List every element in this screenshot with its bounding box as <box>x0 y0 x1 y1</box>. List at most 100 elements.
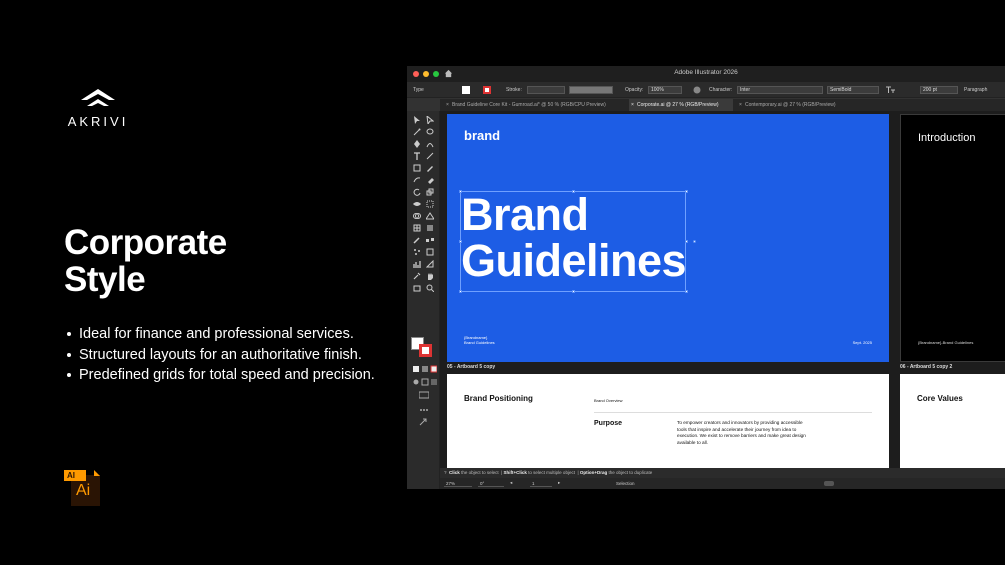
magic-wand-tool-icon[interactable] <box>413 128 421 136</box>
stroke-swatch[interactable] <box>483 86 491 94</box>
mesh-tool-icon[interactable] <box>413 224 421 232</box>
character-label: Character: <box>709 87 733 93</box>
selection-handle[interactable] <box>459 240 462 243</box>
font-size-field[interactable]: 200 pt <box>920 86 958 94</box>
paragraph-button[interactable]: Paragraph <box>964 87 987 93</box>
fill-swatch[interactable] <box>462 86 470 94</box>
type-tool-icon[interactable] <box>413 152 421 160</box>
artboard-label-5[interactable]: 05 - Artboard 5 copy <box>447 364 495 370</box>
shaper-tool-icon[interactable] <box>413 176 421 184</box>
zoom-select[interactable]: 27% <box>444 480 472 487</box>
edit-toolbar-icon[interactable] <box>419 406 429 414</box>
rotation-select[interactable]: 0° <box>478 480 504 487</box>
screen-mode-icon[interactable] <box>419 391 429 399</box>
tab-gumroad[interactable]: × Brand Guideline Core Kit - Gumroad.ai* … <box>444 99 625 111</box>
canvas-area[interactable]: brand Brand Guidelines {Brandname} Brand… <box>440 111 1005 468</box>
illustrator-window: Adobe Illustrator 2026 Type Stroke: Opac… <box>407 66 1005 489</box>
slice-tool-icon[interactable] <box>426 260 434 268</box>
brand-wordmark: brand <box>464 128 501 143</box>
bullet-item: Structured layouts for an authoritative … <box>64 345 394 366</box>
hand-tool-icon[interactable] <box>426 272 434 280</box>
cover-footer-subtitle: Brand Guidelines <box>464 340 495 345</box>
font-family-select[interactable]: Inter <box>737 86 823 94</box>
pen-tool-icon[interactable] <box>413 140 421 148</box>
perspective-grid-tool-icon[interactable] <box>426 212 434 220</box>
close-tab-icon[interactable]: × <box>739 99 742 111</box>
artboard-number-field[interactable]: 1 <box>530 480 552 487</box>
color-mode-icons[interactable] <box>413 365 437 373</box>
overview-label: Brand Overview <box>594 398 623 403</box>
artboard-prev-icon[interactable]: ◂ <box>510 480 512 486</box>
artboard-label-6[interactable]: 06 - Artboard 5 copy 2 <box>900 364 952 370</box>
eyedropper-tool-icon[interactable] <box>413 236 421 244</box>
intro-footer: {Brandname}-Brand Guidelines <box>918 340 974 345</box>
font-style-select[interactable]: SemiBold <box>827 86 879 94</box>
recolor-icon[interactable] <box>693 86 701 94</box>
selection-handle[interactable] <box>572 190 575 193</box>
window-titlebar: Adobe Illustrator 2026 <box>407 66 1005 82</box>
current-tool-label[interactable]: Selection <box>614 480 684 487</box>
selection-handle[interactable] <box>572 290 575 293</box>
shape-builder-tool-icon[interactable] <box>413 212 421 220</box>
ai-icon-tag: AI <box>64 470 86 481</box>
lasso-tool-icon[interactable] <box>426 128 434 136</box>
tab-corporate[interactable]: × Corporate.ai @ 27 % (RGB/Preview) <box>629 99 733 111</box>
column-graph-tool-icon[interactable] <box>413 260 421 268</box>
help-icon[interactable]: ? <box>444 470 447 475</box>
selection-handle[interactable] <box>459 190 462 193</box>
bullet-item: Ideal for finance and professional servi… <box>64 324 394 345</box>
curvature-tool-icon[interactable] <box>426 140 434 148</box>
selection-handle[interactable] <box>685 290 688 293</box>
line-tool-icon[interactable] <box>426 152 434 160</box>
artboard-positioning[interactable]: Brand Positioning Brand Overview Purpose… <box>447 374 889 468</box>
intro-title: Introduction <box>918 132 976 144</box>
selection-handle[interactable] <box>685 190 688 193</box>
width-tool-icon[interactable] <box>413 200 421 208</box>
gradient-tool-icon[interactable] <box>426 224 434 232</box>
rotate-tool-icon[interactable] <box>413 188 421 196</box>
artboard-core-values[interactable]: Core Values <box>900 374 1005 468</box>
artboard-cover[interactable]: brand Brand Guidelines {Brandname} Brand… <box>447 114 889 362</box>
draw-mode-icons[interactable] <box>413 378 437 386</box>
status-shift-text: to select multiple object <box>528 470 575 475</box>
rectangle-tool-icon[interactable] <box>413 164 421 172</box>
symbol-sprayer-tool-icon[interactable] <box>413 248 421 256</box>
opacity-field[interactable]: 100% <box>648 86 682 94</box>
app-title: Adobe Illustrator 2026 <box>674 69 738 76</box>
close-tab-icon[interactable]: × <box>631 99 634 111</box>
scale-tool-icon[interactable] <box>426 188 434 196</box>
stroke-weight-field[interactable] <box>527 86 565 94</box>
artboard-tool-icon[interactable] <box>426 248 434 256</box>
purpose-label: Purpose <box>594 420 623 427</box>
tab-label: Contemporary.ai @ 27 % (RGB/Preview) <box>745 102 836 108</box>
close-tab-icon[interactable]: × <box>446 99 449 111</box>
font-size-icon <box>886 86 895 93</box>
cover-footer-left: {Brandname} Brand Guidelines <box>464 335 495 345</box>
headline-line-1: Corporate <box>64 223 227 262</box>
print-tiling-tool-icon[interactable] <box>413 284 421 292</box>
artboard-next-icon[interactable]: ▸ <box>558 480 560 486</box>
stroke-color-indicator[interactable] <box>419 344 432 357</box>
illustrator-file-icon: Ai AI <box>64 470 100 506</box>
variable-width-profile[interactable] <box>569 86 613 94</box>
artboard-introduction[interactable]: Introduction {Brandname}-Brand Guideline… <box>900 114 1005 362</box>
rotation-handle[interactable] <box>693 240 696 243</box>
ai-icon-label: Ai <box>76 482 91 499</box>
status-option-key: Option+Drag <box>579 470 608 475</box>
eraser-tool-icon[interactable] <box>426 176 434 184</box>
free-transform-tool-icon[interactable] <box>426 200 434 208</box>
selection-tool-icon[interactable] <box>413 116 421 124</box>
selection-bounding-box[interactable] <box>460 191 686 292</box>
eyedropper-alt-tool-icon[interactable] <box>413 272 421 280</box>
stroke-label: Stroke: <box>506 87 522 93</box>
artboard-nav-icon[interactable] <box>419 418 427 426</box>
zoom-tool-icon[interactable] <box>426 284 434 292</box>
selection-handle[interactable] <box>459 290 462 293</box>
tab-contemporary[interactable]: × Contemporary.ai @ 27 % (RGB/Preview) <box>737 99 853 111</box>
blend-tool-icon[interactable] <box>426 236 434 244</box>
selection-handle[interactable] <box>685 240 688 243</box>
paintbrush-tool-icon[interactable] <box>426 164 434 172</box>
direct-selection-tool-icon[interactable] <box>426 116 434 124</box>
scrollbar-thumb[interactable] <box>824 481 834 486</box>
bullet-item: Predefined grids for total speed and pre… <box>64 365 394 386</box>
